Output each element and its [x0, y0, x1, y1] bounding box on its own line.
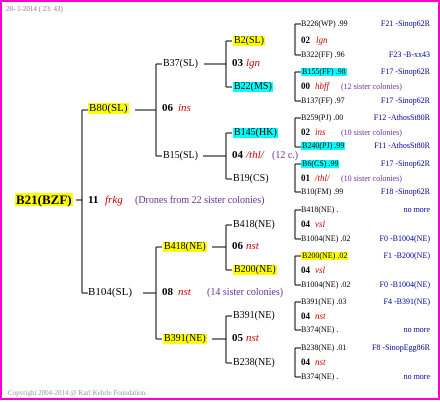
gen2-b-number: 04: [232, 149, 243, 161]
gen3-a2-number: 00: [301, 81, 310, 91]
gen3-a2-note: (12 sister colonies): [341, 82, 402, 91]
gen3-c1-node[interactable]: B418(NE): [233, 220, 275, 230]
gen2-a-line: lgn: [246, 57, 261, 69]
gen4-row[interactable]: B259(PJ) .00: [301, 114, 343, 122]
gen4-row[interactable]: B6(CS) .99: [301, 160, 340, 168]
gen3-a2-node[interactable]: B22(MS): [233, 82, 273, 92]
gen4-row[interactable]: B322(FF) .96: [301, 51, 345, 59]
gen2-c-number: 06: [232, 240, 243, 252]
gen3-d2-node[interactable]: B238(NE): [233, 358, 275, 368]
gen3-c1-line: vsl: [315, 219, 325, 229]
gen2-c-node[interactable]: B418(NE): [163, 242, 207, 252]
gen4-row-origin: F17 -Sinop62R: [380, 67, 430, 76]
gen3-b1-node[interactable]: B145(HK): [233, 128, 278, 138]
gen2-b-note: (12 c.): [272, 150, 299, 161]
gen4-row-origin: no more: [403, 325, 430, 334]
gen4-row[interactable]: B374(NE) .: [301, 326, 338, 334]
dam-node[interactable]: B104(SL): [88, 287, 132, 298]
gen3-d1-line: nst: [315, 311, 326, 321]
footer-copyright: Copyright 2004-2014 @ Karl Kehrle Founda…: [8, 389, 148, 397]
gen3-d2-line: nst: [315, 357, 326, 367]
sire-number: 06: [162, 102, 173, 114]
gen4-row-origin: F0 -B1004(NE): [379, 234, 430, 243]
gen4-row[interactable]: B240(PJ) .99: [301, 142, 346, 150]
gen3-c2-line: vsl: [315, 265, 325, 275]
gen2-d-line: nst: [246, 332, 259, 344]
gen4-row-origin: F17 -Sinop62R: [380, 96, 430, 105]
gen4-row-origin: F1 -B200(NE): [383, 251, 430, 260]
drone-note: (Drones from 22 sister colonies): [135, 195, 265, 206]
gen2-d-node[interactable]: B391(NE): [163, 334, 207, 344]
gen3-a1-line: lgn: [316, 35, 328, 45]
gen4-row-origin: F11 -AthosSt80R: [374, 141, 430, 150]
gen4-row-origin: F18 -Sinop62R: [380, 187, 430, 196]
gen4-row-origin: F23 -B-xx43: [388, 50, 430, 59]
gen4-row-origin: no more: [403, 205, 430, 214]
gen4-row-origin: F0 -B1004(NE): [379, 280, 430, 289]
gen3-b2-note: (10 sister colonies): [341, 174, 402, 183]
gen4-row-origin: no more: [403, 372, 430, 381]
sire-line: ins: [178, 102, 191, 114]
gen3-a1-number: 02: [301, 35, 310, 45]
gen2-a-node[interactable]: B37(SL): [163, 59, 198, 69]
gen4-row-origin: F4 -B391(NE): [383, 297, 430, 306]
gen3-a1-node[interactable]: B2(SL): [233, 36, 265, 46]
gen3-d1-node[interactable]: B391(NE): [233, 311, 275, 321]
gen3-d1-number: 04: [301, 311, 310, 321]
gen2-b-line: /thl/: [246, 149, 264, 161]
gen4-row[interactable]: B374(NE) .: [301, 373, 338, 381]
gen4-row-origin: F17 -Sinop62R: [380, 159, 430, 168]
gen4-row-origin: F21 -Sinop62R: [380, 19, 430, 28]
gen3-b1-line: ins: [315, 127, 326, 137]
gen3-c2-number: 04: [301, 265, 310, 275]
gen3-b2-number: 01: [301, 173, 310, 183]
gen4-row[interactable]: B10(FM) .99: [301, 188, 343, 196]
gen3-b1-number: 02: [301, 127, 310, 137]
gen4-row-origin: F8 -SinopEgg86R: [371, 343, 430, 352]
gen4-row[interactable]: B238(NE) .01: [301, 344, 346, 352]
sire-node[interactable]: B80(SL): [88, 103, 129, 114]
gen4-row[interactable]: B155(FF) .98: [301, 68, 347, 76]
dam-number: 08: [162, 286, 173, 298]
gen3-b2-line: /thl/: [315, 173, 330, 183]
gen3-c1-number: 04: [301, 219, 310, 229]
gen2-d-number: 05: [232, 332, 243, 344]
gen3-b2-node[interactable]: B19(CS): [233, 174, 269, 184]
header-timestamp: 28- 1-2014 ( 23: 43): [6, 5, 63, 13]
gen2-a-number: 03: [232, 57, 243, 69]
gen2-b-node[interactable]: B15(SL): [163, 151, 198, 161]
gen3-d2-number: 04: [301, 357, 310, 367]
gen4-row[interactable]: B226(WP) .99: [301, 20, 348, 28]
dam-line: nst: [178, 286, 191, 298]
gen4-row[interactable]: B418(NE) .: [301, 206, 338, 214]
drone-number: 11: [88, 194, 99, 206]
gen4-row[interactable]: B1004(NE) .02: [301, 235, 350, 243]
gen4-row[interactable]: B137(FF) .97: [301, 97, 345, 105]
gen3-c2-node[interactable]: B200(NE): [233, 265, 277, 275]
gen4-row[interactable]: B1004(NE) .02: [301, 281, 350, 289]
gen4-row[interactable]: B391(NE) .03: [301, 298, 346, 306]
gen3-b1-note: (10 sister colonies): [341, 128, 402, 137]
gen4-row[interactable]: B200(NE) .02: [301, 252, 349, 260]
pedigree-frame: 28- 1-2014 ( 23: 43) B21(BZF) B80(SL) 06…: [0, 0, 440, 400]
gen2-c-line: nst: [246, 240, 259, 252]
gen4-row-origin: F12 -AthosSt80R: [373, 113, 430, 122]
dam-note: (14 sister colonies): [207, 287, 284, 298]
drone-line: frkg: [105, 194, 123, 206]
gen3-a2-line: hbff: [315, 81, 330, 91]
root-node[interactable]: B21(BZF): [15, 193, 73, 206]
